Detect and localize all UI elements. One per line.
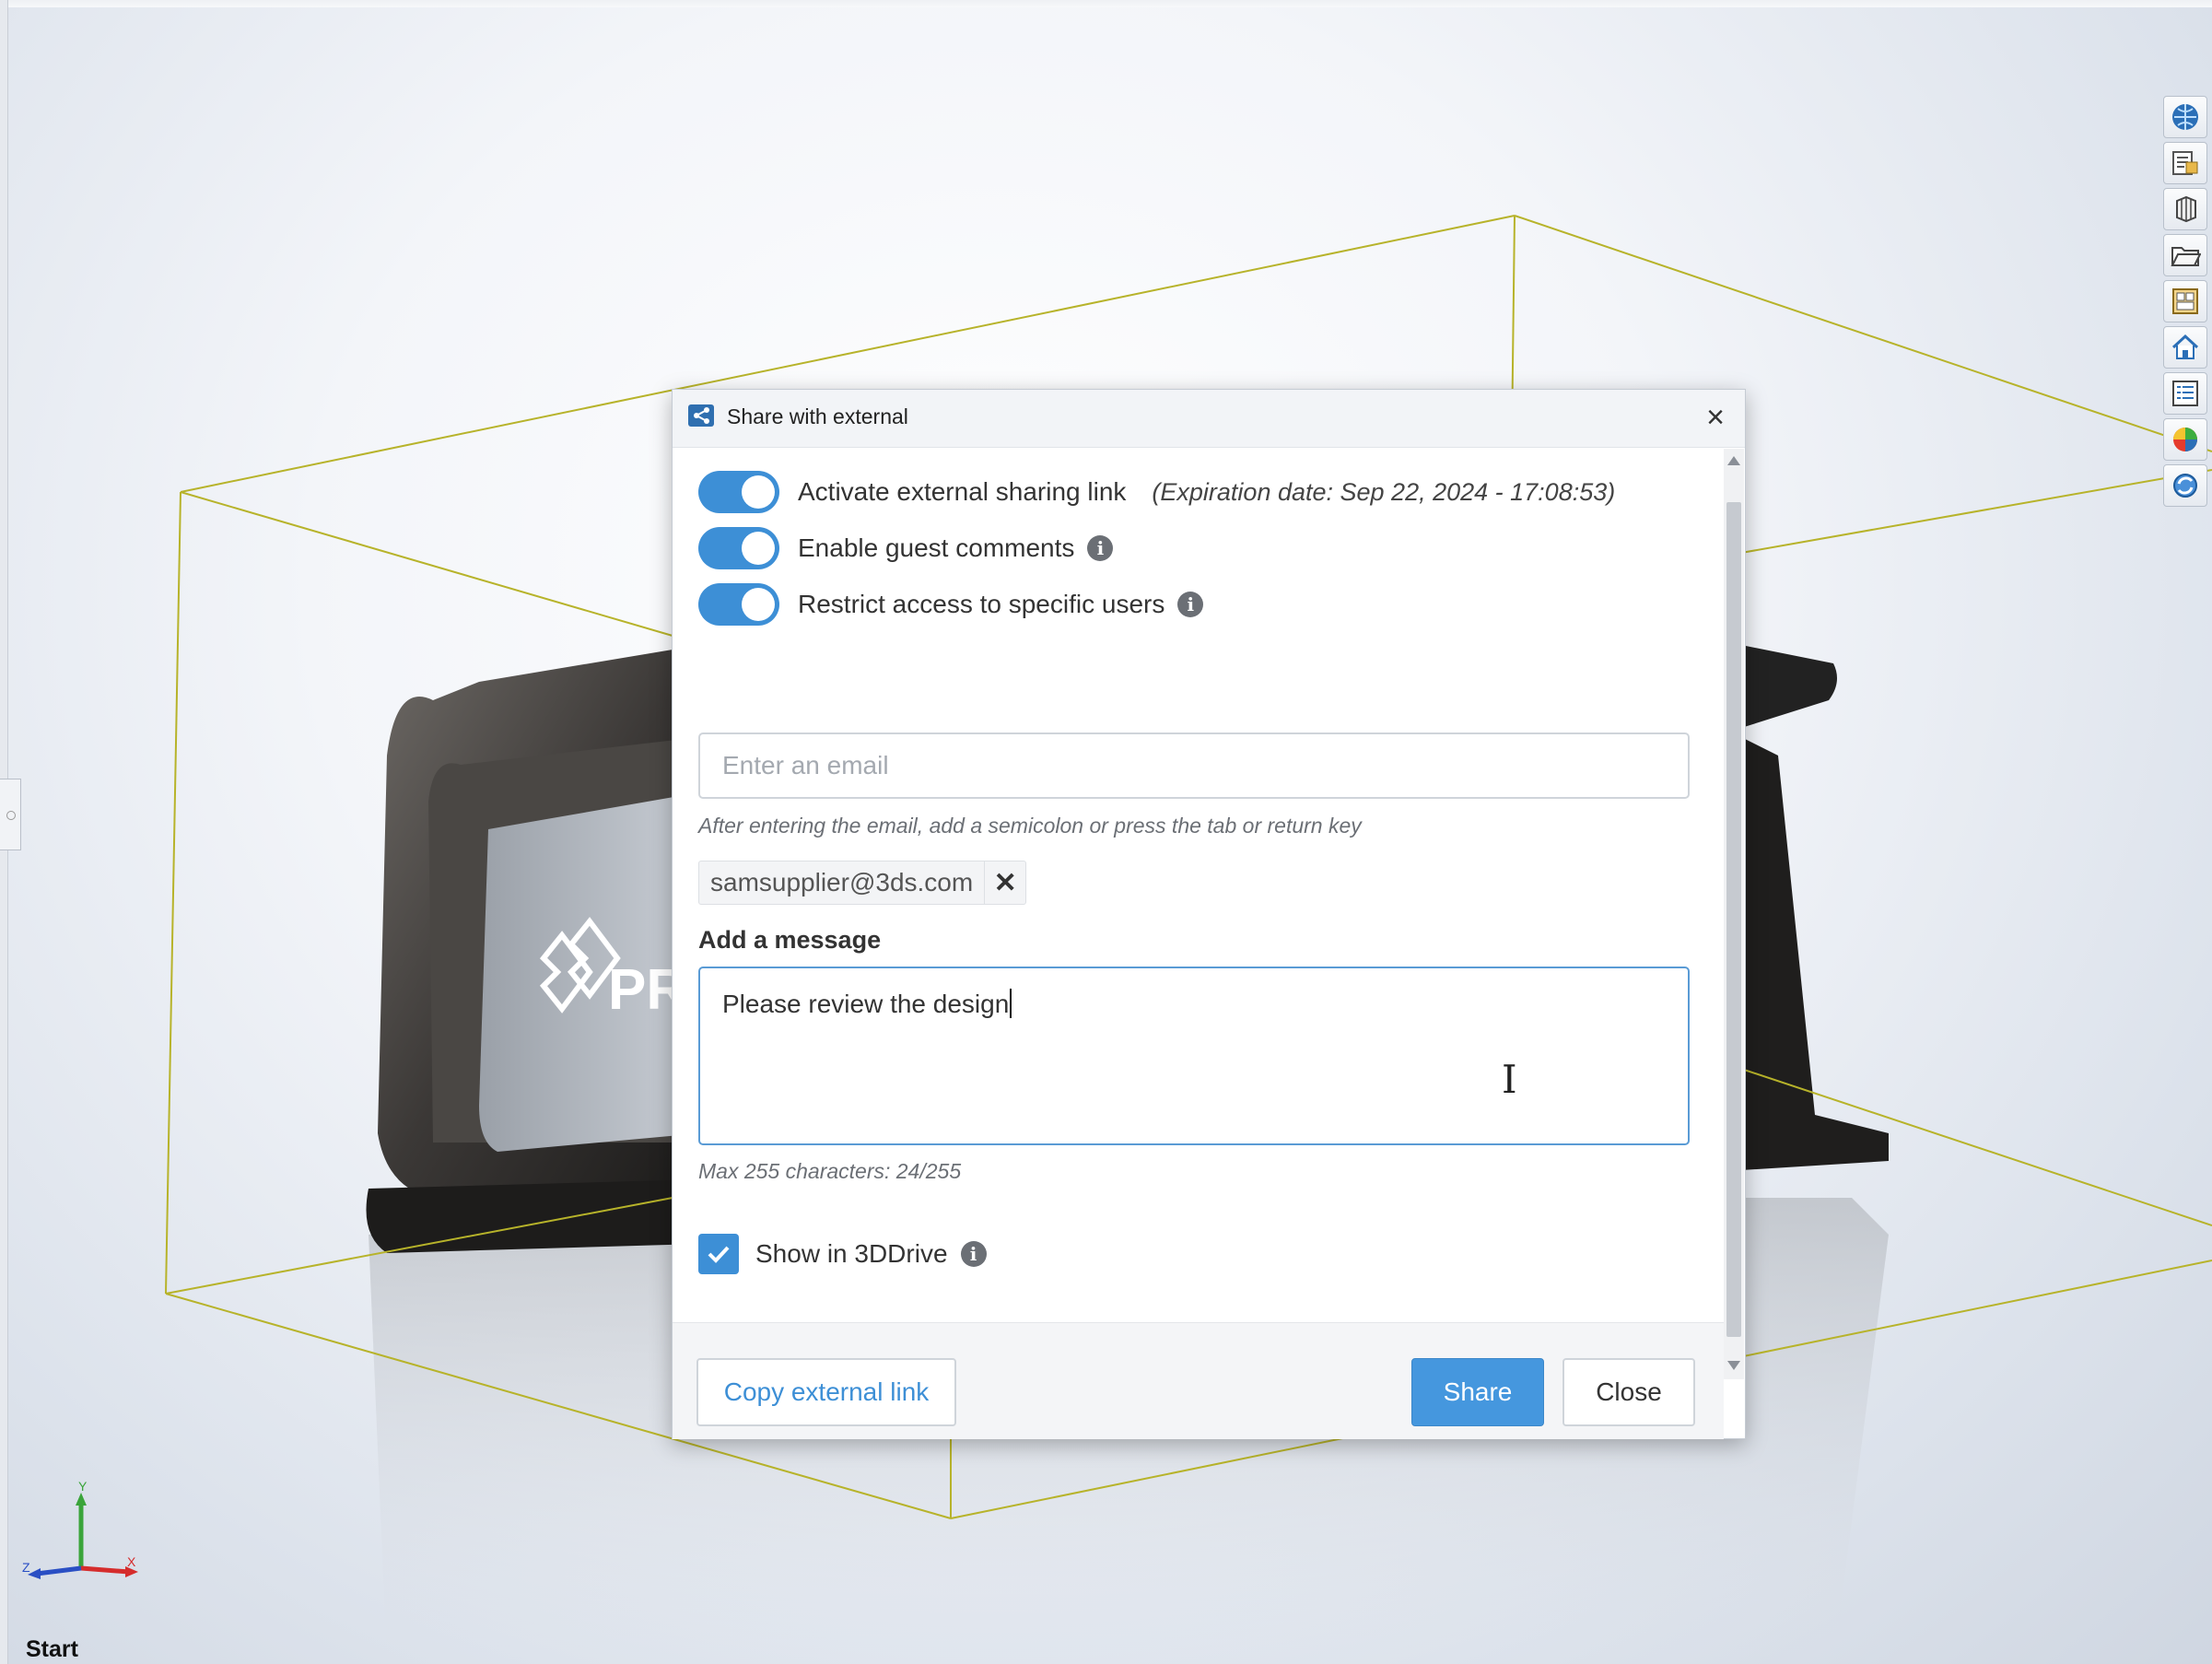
message-textarea[interactable]: Please review the design I (698, 967, 1690, 1145)
globe-icon[interactable] (2163, 96, 2207, 138)
expiration-date-note: (Expiration date: Sep 22, 2024 - 17:08:5… (1152, 477, 1616, 506)
open-folder-icon[interactable] (2163, 234, 2207, 276)
axis-triad: Y Z X (22, 1482, 138, 1579)
dialog-close-icon[interactable]: × (1697, 399, 1734, 436)
activate-link-toggle[interactable] (698, 471, 779, 513)
list-view-icon[interactable] (2163, 372, 2207, 415)
recipient-chip: samsupplier@3ds.com ✕ (698, 861, 1027, 905)
triad-x-label: X (127, 1554, 136, 1569)
share-icon (688, 404, 714, 427)
remove-recipient-icon[interactable]: ✕ (984, 861, 1025, 904)
show-in-3ddrive-row: Show in 3DDrive i (698, 1234, 987, 1274)
close-button[interactable]: Close (1562, 1358, 1695, 1426)
model-handle-right (1741, 645, 1837, 728)
activate-link-row: Activate external sharing link (Expirati… (698, 471, 1615, 513)
refresh-icon[interactable] (2163, 464, 2207, 507)
task-pane-toolbar (2163, 96, 2209, 510)
message-char-counter: Max 255 characters: 24/255 (698, 1159, 962, 1183)
properties-icon[interactable] (2163, 142, 2207, 184)
dialog-scrollbar[interactable] (1724, 449, 1744, 1379)
restrict-access-toggle[interactable] (698, 583, 779, 626)
restrict-access-label: Restrict access to specific users (798, 590, 1165, 618)
scroll-thumb[interactable] (1726, 502, 1741, 1337)
dialog-title-bar: Share with external × (673, 390, 1745, 448)
message-text: Please review the design (722, 989, 1012, 1019)
dialog-footer: Copy external link Share Close (673, 1322, 1724, 1439)
share-with-external-dialog: Share with external × Activate external … (672, 389, 1746, 1439)
guest-comments-row: Enable guest comments i (698, 527, 1114, 569)
appearance-icon[interactable] (2163, 418, 2207, 461)
info-icon[interactable]: i (960, 1241, 987, 1267)
show-in-3ddrive-checkbox[interactable] (698, 1234, 739, 1274)
email-input[interactable] (698, 732, 1690, 799)
restrict-access-row: Restrict access to specific users i (698, 583, 1204, 626)
scroll-up-arrow[interactable] (1727, 456, 1740, 465)
guest-comments-toggle[interactable] (698, 527, 779, 569)
triad-z-label: Z (22, 1560, 30, 1575)
guest-comments-label: Enable guest comments (798, 533, 1075, 562)
dialog-title: Share with external (727, 404, 908, 428)
model-base-left (366, 1179, 700, 1253)
design-library-icon[interactable] (2163, 280, 2207, 322)
text-caret (1010, 989, 1012, 1018)
email-hint: After entering the email, add a semicolo… (698, 814, 1362, 838)
activate-link-label: Activate external sharing link (798, 477, 1127, 506)
message-label: Add a message (698, 926, 882, 954)
info-icon[interactable]: i (1087, 535, 1114, 561)
i-beam-cursor: I (1502, 1057, 1517, 1102)
info-icon[interactable]: i (1177, 592, 1204, 617)
copy-external-link-button[interactable]: Copy external link (696, 1358, 956, 1426)
scroll-down-arrow[interactable] (1727, 1361, 1740, 1370)
model-leg-right (1741, 737, 1889, 1170)
share-button[interactable]: Share (1411, 1358, 1544, 1426)
triad-y-label: Y (78, 1482, 88, 1494)
recipient-email: samsupplier@3ds.com (710, 868, 974, 896)
home-icon[interactable] (2163, 326, 2207, 369)
show-in-3ddrive-label: Show in 3DDrive (755, 1239, 948, 1268)
parts-icon[interactable] (2163, 188, 2207, 230)
checkmark-icon (708, 1246, 730, 1263)
start-status-label: Start (26, 1636, 78, 1662)
